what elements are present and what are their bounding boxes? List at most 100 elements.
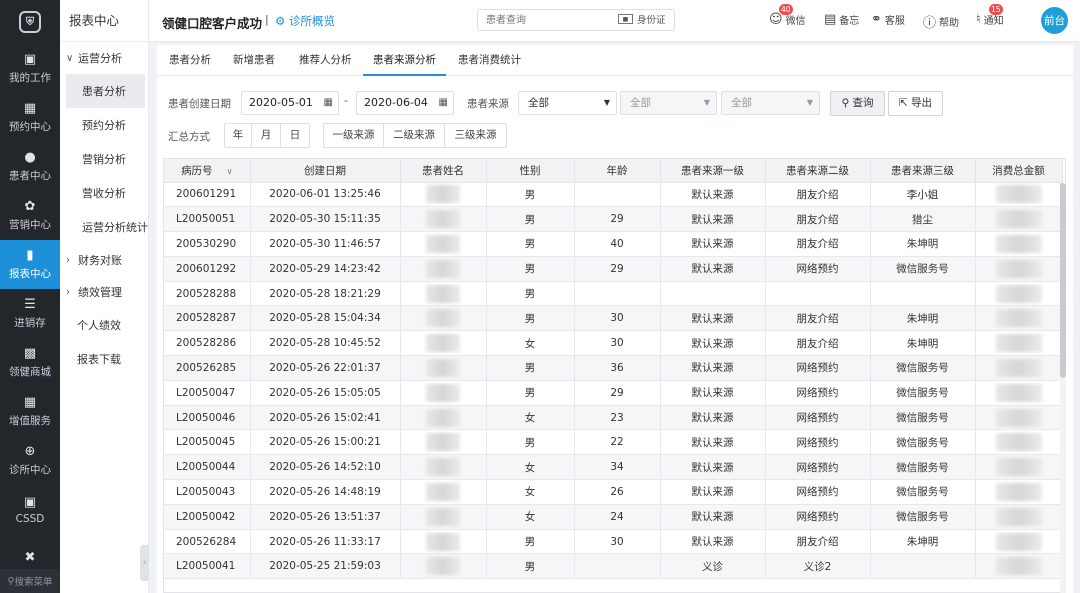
clinic-overview-link[interactable]: ⚙ 诊所概览 bbox=[275, 13, 335, 29]
table-row[interactable]: L20050042 2020-05-26 13:51:37 女 24 默认来源 网络预约微… bbox=[164, 504, 1063, 530]
table-row[interactable]: L20050044 2020-05-26 14:52:10 女 34 默认来源 网络预约微… bbox=[164, 454, 1063, 481]
col-source1[interactable]: 患者来源一级 bbox=[660, 159, 766, 183]
table-cell: 默认来源 bbox=[660, 429, 766, 456]
source-level2-select[interactable]: 全部 ▼ bbox=[620, 91, 717, 115]
app-logo[interactable]: ⛨ bbox=[0, 0, 60, 44]
table-row[interactable]: 200601291 2020-06-01 13:25:46 男 默认来源 朋友介绍 李小姐 bbox=[164, 182, 1063, 208]
date-to-input[interactable]: 2020-06-04 ▦ bbox=[356, 91, 454, 115]
rail-item-mall[interactable]: ▩ 领健商城 bbox=[0, 338, 60, 387]
export-button[interactable]: ⇱ 导出 bbox=[888, 91, 943, 116]
tab-patient-spending[interactable]: 患者消费统计 bbox=[458, 45, 521, 76]
search-icon: ⚲ bbox=[841, 97, 853, 109]
menu-item-personal-performance[interactable]: 个人绩效 bbox=[60, 308, 148, 342]
tab-referrer-analysis[interactable]: 推荐人分析 bbox=[299, 45, 352, 76]
level1-source-option[interactable]: 一级来源 bbox=[324, 124, 384, 147]
level2-source-option[interactable]: 二级来源 bbox=[384, 124, 445, 147]
summary-day[interactable]: 日 bbox=[281, 124, 309, 147]
table-cell: 默认来源 bbox=[660, 330, 766, 357]
menu-item-patient-analysis[interactable]: 患者分析 bbox=[66, 74, 145, 108]
menu-group-performance[interactable]: › 绩效管理 bbox=[60, 276, 148, 308]
col-gender[interactable]: 性别 bbox=[486, 159, 575, 183]
table-cell: 36 bbox=[574, 355, 661, 381]
table-row[interactable]: 200528288 2020-05-28 18:21:29 男 bbox=[164, 281, 1063, 307]
scrollbar-thumb[interactable] bbox=[1060, 183, 1066, 378]
help-button[interactable]: ⓘ 帮助 bbox=[923, 12, 959, 31]
patient-name-cell-redacted bbox=[400, 479, 487, 505]
date-from-input[interactable]: 2020-05-01 ▦ bbox=[241, 91, 339, 115]
col-age[interactable]: 年龄 bbox=[574, 159, 661, 183]
date-to-value: 2020-06-04 bbox=[364, 96, 428, 109]
source-level1-select[interactable]: 全部 ▼ bbox=[518, 91, 617, 115]
col-created[interactable]: 创建日期 bbox=[250, 159, 401, 183]
rail-item-patients[interactable]: ● 患者中心 bbox=[0, 142, 60, 191]
table-row[interactable]: L20050047 2020-05-26 15:05:05 男 29 默认来源 网络预约微… bbox=[164, 380, 1063, 406]
calendar-icon: ▦ bbox=[23, 101, 37, 116]
menu-item-marketing-analysis[interactable]: 营销分析 bbox=[60, 142, 148, 176]
tab-patient-source[interactable]: 患者来源分析 bbox=[363, 45, 446, 76]
wechat-badge: 40 bbox=[779, 4, 793, 15]
collapse-menu-handle[interactable]: ‹ bbox=[140, 545, 149, 581]
col-name[interactable]: 患者姓名 bbox=[400, 159, 487, 183]
summary-year[interactable]: 年 bbox=[225, 124, 252, 147]
rail-item-clinic[interactable]: ⊕ 诊所中心 bbox=[0, 436, 60, 485]
table-row[interactable]: 200530290 2020-05-30 11:46:57 男 40 默认来源 朋友介绍朱… bbox=[164, 231, 1063, 257]
level3-source-option[interactable]: 三级来源 bbox=[445, 124, 506, 147]
box-icon: ▣ bbox=[23, 494, 37, 510]
rail-item-booking[interactable]: ▦ 预约中心 bbox=[0, 93, 60, 142]
table-row[interactable]: L20050046 2020-05-26 15:02:41 女 23 默认来源 网络预约微… bbox=[164, 405, 1063, 431]
sort-icon[interactable]: ∨ bbox=[227, 167, 233, 176]
menu-search-label: 搜索菜单 bbox=[14, 577, 53, 588]
table-row[interactable]: 200601292 2020-05-29 14:23:42 男 29 默认来源 网络预约微… bbox=[164, 256, 1063, 282]
service-button[interactable]: ⚭ 客服 bbox=[871, 12, 905, 27]
redaction-blur bbox=[995, 532, 1042, 551]
rail-item-inventory[interactable]: ☰ 进销存 bbox=[0, 289, 60, 338]
table-cell: 女 bbox=[486, 330, 575, 357]
source-level3-select[interactable]: 全部 ▼ bbox=[721, 91, 820, 115]
table-row[interactable]: L20050045 2020-05-26 15:00:21 男 22 默认来源 网络预约微… bbox=[164, 429, 1063, 456]
col-total-spend[interactable]: 消费总金额 bbox=[975, 159, 1063, 183]
query-button[interactable]: ⚲ 查询 bbox=[830, 91, 885, 116]
tab-new-patients[interactable]: 新增患者 bbox=[233, 45, 275, 76]
id-card-button[interactable]: ■ 身份证 bbox=[618, 12, 666, 26]
col-source2[interactable]: 患者来源二级 bbox=[765, 159, 871, 183]
redaction-blur bbox=[995, 284, 1042, 303]
rail-item-cssd[interactable]: ▣ CSSD bbox=[0, 485, 60, 534]
menu-search[interactable]: ⚲ 搜索菜单 bbox=[0, 569, 60, 593]
tab-patient-analysis[interactable]: 患者分析 bbox=[169, 45, 211, 76]
table-scrollbar[interactable] bbox=[1060, 183, 1066, 593]
plus-icon: ⊕ bbox=[24, 444, 36, 459]
menu-item-revenue-analysis[interactable]: 营收分析 bbox=[60, 176, 148, 210]
notify-badge: 15 bbox=[989, 4, 1003, 15]
menu-item-report-download[interactable]: 报表下载 bbox=[60, 342, 148, 376]
table-row[interactable]: 200528287 2020-05-28 15:04:34 男 30 默认来源 朋友介绍朱… bbox=[164, 305, 1063, 332]
menu-item-ops-stats[interactable]: 运营分析统计 bbox=[60, 210, 148, 244]
menu-group-operations[interactable]: ∨ 运营分析 bbox=[60, 42, 148, 74]
rail-item-reports[interactable]: ▮ 报表中心 bbox=[0, 240, 60, 289]
col-source3[interactable]: 患者来源三级 bbox=[870, 159, 976, 183]
summary-month[interactable]: 月 bbox=[252, 124, 281, 147]
menu-group-label: 绩效管理 bbox=[78, 286, 122, 299]
user-avatar[interactable]: 前台 bbox=[1041, 7, 1068, 34]
notify-button[interactable]: ♮ 通知 15 bbox=[976, 4, 1004, 27]
patient-name-cell-redacted bbox=[400, 504, 487, 530]
table-row[interactable]: 200526285 2020-05-26 22:01:37 男 36 默认来源 网络预约微… bbox=[164, 355, 1063, 381]
table-cell: 200528286 bbox=[164, 330, 251, 357]
table-row[interactable]: 200528286 2020-05-28 10:45:52 女 30 默认来源 朋友介绍朱… bbox=[164, 330, 1063, 357]
table-row[interactable]: L20050041 2020-05-25 21:59:03 男 义诊 义诊2 bbox=[164, 553, 1063, 580]
menu-group-finance[interactable]: › 财务对账 bbox=[60, 244, 148, 276]
col-record-no[interactable]: 病历号 ∨ bbox=[164, 159, 251, 183]
table-row[interactable]: L20050043 2020-05-26 14:48:19 女 26 默认来源 网络预约微… bbox=[164, 479, 1063, 505]
rail-item-marketing[interactable]: ✿ 营销中心 bbox=[0, 191, 60, 240]
table-row[interactable]: 200526284 2020-05-26 11:33:17 男 30 默认来源 朋友介绍朱… bbox=[164, 529, 1063, 555]
menu-item-booking-analysis[interactable]: 预约分析 bbox=[60, 108, 148, 142]
table-row[interactable]: L20050051 2020-05-30 15:11:35 男 29 默认来源 朋友介绍猎… bbox=[164, 206, 1063, 233]
wechat-button[interactable]: ☺ 微信 40 bbox=[769, 4, 806, 27]
table-cell: 义诊2 bbox=[765, 553, 871, 580]
redaction-blur bbox=[995, 507, 1042, 526]
rail-item-work[interactable]: ▣ 我的工作 bbox=[0, 44, 60, 93]
memo-button[interactable]: ▤ 备忘 bbox=[824, 12, 859, 27]
patient-name-cell-redacted bbox=[400, 529, 487, 555]
table-cell: 朱坤明 bbox=[870, 529, 976, 555]
rail-item-label: 诊所中心 bbox=[9, 464, 51, 476]
rail-item-value-added[interactable]: ▦ 增值服务 bbox=[0, 387, 60, 436]
